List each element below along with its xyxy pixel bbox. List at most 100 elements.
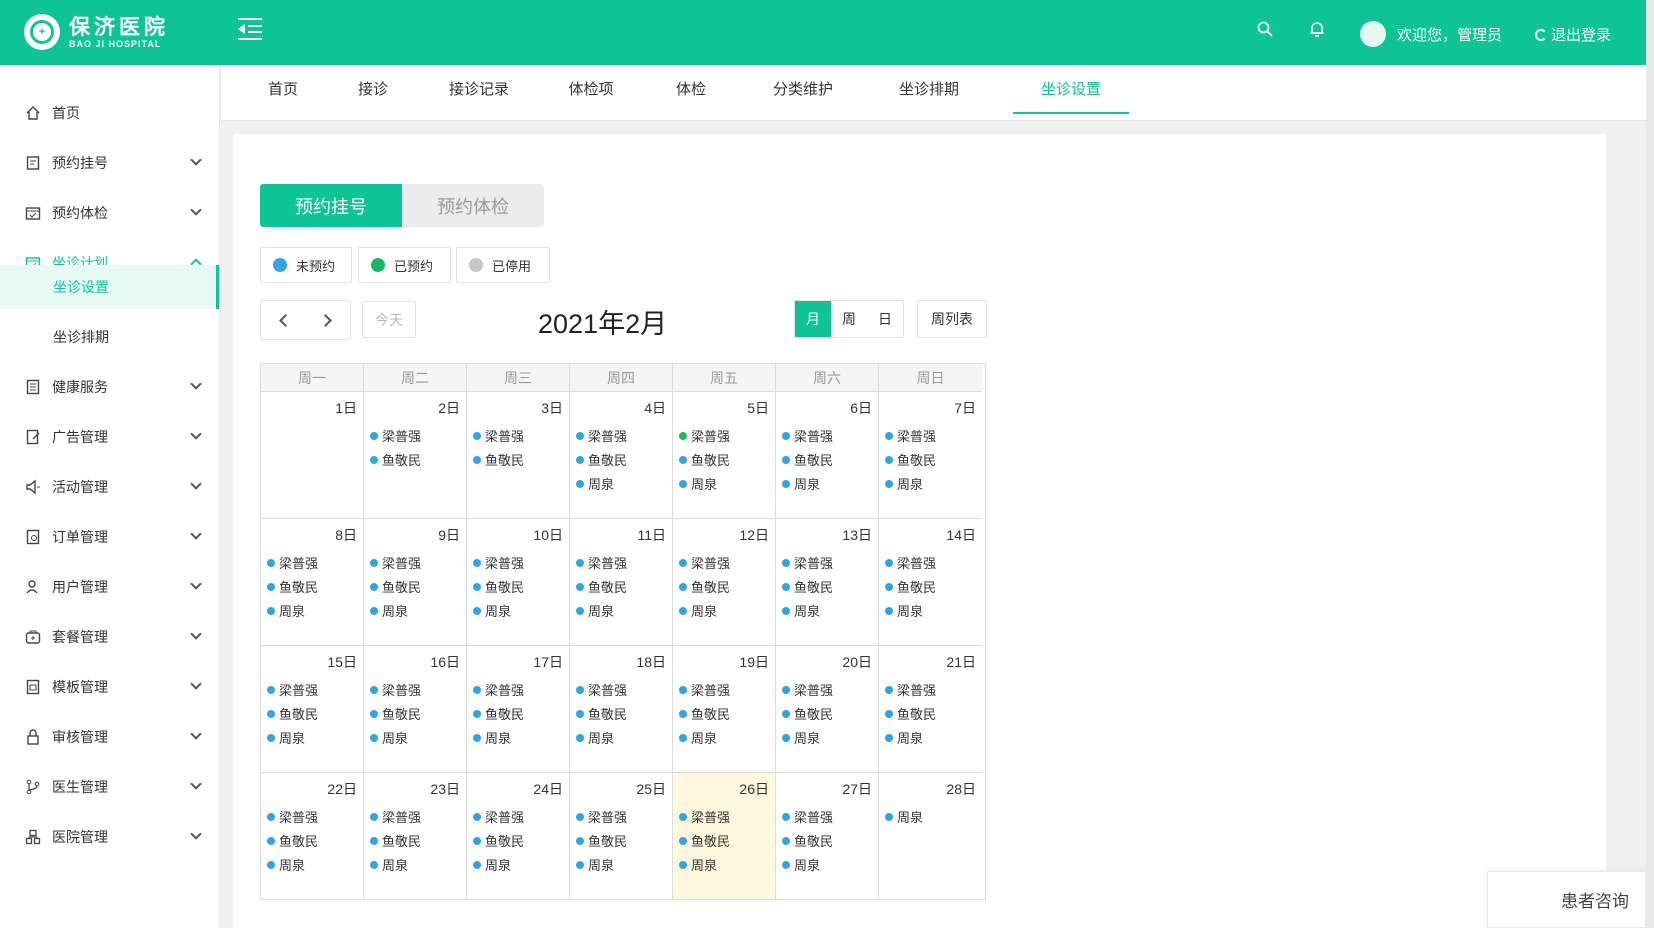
calendar-day-cell[interactable]: 17日 梁普强 鱼敬民 周泉 bbox=[467, 646, 570, 773]
schedule-event[interactable]: 周泉 bbox=[885, 601, 923, 620]
schedule-event[interactable]: 梁普强 bbox=[267, 807, 318, 826]
schedule-event[interactable]: 鱼敬民 bbox=[267, 577, 318, 596]
schedule-event[interactable]: 梁普强 bbox=[576, 553, 627, 572]
schedule-event[interactable]: 周泉 bbox=[679, 474, 717, 493]
schedule-event[interactable]: 周泉 bbox=[885, 728, 923, 747]
schedule-event[interactable]: 鱼敬民 bbox=[576, 577, 627, 596]
search-icon[interactable] bbox=[1253, 20, 1277, 44]
schedule-event[interactable]: 梁普强 bbox=[370, 680, 421, 699]
sidebar-item-orders[interactable]: 订单管理 bbox=[0, 515, 220, 559]
sidebar-item-review[interactable]: 审核管理 bbox=[0, 715, 220, 759]
calendar-day-cell[interactable]: 7日 梁普强 鱼敬民 周泉 bbox=[879, 392, 982, 519]
schedule-event[interactable]: 鱼敬民 bbox=[679, 831, 730, 850]
sidebar-item-registration[interactable]: 预约挂号 bbox=[0, 141, 220, 185]
schedule-event[interactable]: 周泉 bbox=[473, 728, 511, 747]
calendar-day-cell[interactable]: 8日 梁普强 鱼敬民 周泉 bbox=[261, 519, 364, 646]
prev-month-button[interactable] bbox=[261, 301, 306, 339]
sidebar-item-activities[interactable]: 活动管理 bbox=[0, 465, 220, 509]
schedule-event[interactable]: 梁普强 bbox=[576, 807, 627, 826]
calendar-day-cell[interactable]: 22日 梁普强 鱼敬民 周泉 bbox=[261, 773, 364, 900]
schedule-event[interactable]: 鱼敬民 bbox=[885, 577, 936, 596]
calendar-day-cell[interactable]: 12日 梁普强 鱼敬民 周泉 bbox=[673, 519, 776, 646]
schedule-event[interactable]: 周泉 bbox=[576, 474, 614, 493]
calendar-day-cell[interactable]: 27日 梁普强 鱼敬民 周泉 bbox=[776, 773, 879, 900]
calendar-day-cell[interactable]: 5日 梁普强 鱼敬民 周泉 bbox=[673, 392, 776, 519]
schedule-event[interactable]: 鱼敬民 bbox=[576, 450, 627, 469]
schedule-event[interactable]: 鱼敬民 bbox=[782, 450, 833, 469]
schedule-event[interactable]: 周泉 bbox=[267, 601, 305, 620]
next-month-button[interactable] bbox=[306, 301, 351, 339]
schedule-event[interactable]: 周泉 bbox=[885, 807, 923, 826]
sidebar-item-home[interactable]: 首页 bbox=[0, 91, 220, 135]
calendar-day-cell[interactable]: 20日 梁普强 鱼敬民 周泉 bbox=[776, 646, 879, 773]
tab-checkup[interactable]: 体检 bbox=[666, 65, 716, 121]
patient-consult-button[interactable]: 患者咨询 bbox=[1487, 871, 1646, 928]
schedule-event[interactable]: 鱼敬民 bbox=[473, 704, 524, 723]
schedule-event[interactable]: 鱼敬民 bbox=[782, 704, 833, 723]
schedule-event[interactable]: 梁普强 bbox=[370, 553, 421, 572]
checkup-toggle-button[interactable]: 预约体检 bbox=[402, 184, 544, 227]
calendar-day-cell[interactable]: 15日 梁普强 鱼敬民 周泉 bbox=[261, 646, 364, 773]
schedule-event[interactable]: 鱼敬民 bbox=[267, 831, 318, 850]
page-scrollbar[interactable] bbox=[1646, 0, 1654, 928]
schedule-event[interactable]: 梁普强 bbox=[576, 680, 627, 699]
calendar-day-cell[interactable]: 25日 梁普强 鱼敬民 周泉 bbox=[570, 773, 673, 900]
schedule-event[interactable]: 鱼敬民 bbox=[267, 704, 318, 723]
sidebar-item-ads[interactable]: 广告管理 bbox=[0, 415, 220, 459]
schedule-event[interactable]: 梁普强 bbox=[679, 426, 730, 445]
tab-home[interactable]: 首页 bbox=[255, 65, 311, 121]
week-list-button[interactable]: 周列表 bbox=[917, 300, 987, 338]
schedule-event[interactable]: 梁普强 bbox=[885, 426, 936, 445]
schedule-event[interactable]: 梁普强 bbox=[473, 680, 524, 699]
schedule-event[interactable]: 梁普强 bbox=[885, 680, 936, 699]
sidebar-item-packages[interactable]: 套餐管理 bbox=[0, 615, 220, 659]
schedule-event[interactable]: 梁普强 bbox=[782, 680, 833, 699]
schedule-event[interactable]: 鱼敬民 bbox=[370, 450, 421, 469]
schedule-event[interactable]: 鱼敬民 bbox=[679, 704, 730, 723]
calendar-day-cell[interactable]: 3日 梁普强 鱼敬民 bbox=[467, 392, 570, 519]
schedule-event[interactable]: 鱼敬民 bbox=[473, 450, 524, 469]
schedule-event[interactable]: 鱼敬民 bbox=[782, 577, 833, 596]
calendar-day-cell[interactable]: 16日 梁普强 鱼敬民 周泉 bbox=[364, 646, 467, 773]
schedule-event[interactable]: 梁普强 bbox=[782, 807, 833, 826]
schedule-event[interactable]: 梁普强 bbox=[679, 680, 730, 699]
schedule-event[interactable]: 鱼敬民 bbox=[370, 704, 421, 723]
calendar-day-cell[interactable]: 26日 梁普强 鱼敬民 周泉 bbox=[673, 773, 776, 900]
calendar-day-cell[interactable]: 6日 梁普强 鱼敬民 周泉 bbox=[776, 392, 879, 519]
sidebar-item-health-service[interactable]: 健康服务 bbox=[0, 365, 220, 409]
calendar-day-cell[interactable]: 18日 梁普强 鱼敬民 周泉 bbox=[570, 646, 673, 773]
tab-clinic-settings[interactable]: 坐诊设置 bbox=[1013, 65, 1129, 114]
schedule-event[interactable]: 周泉 bbox=[782, 855, 820, 874]
schedule-event[interactable]: 周泉 bbox=[267, 855, 305, 874]
sidebar-item-templates[interactable]: 模板管理 bbox=[0, 665, 220, 709]
calendar-day-cell[interactable]: 24日 梁普强 鱼敬民 周泉 bbox=[467, 773, 570, 900]
schedule-event[interactable]: 梁普强 bbox=[679, 553, 730, 572]
sidebar-subitem-clinic-settings[interactable]: 坐诊设置 bbox=[0, 265, 219, 309]
schedule-event[interactable]: 鱼敬民 bbox=[782, 831, 833, 850]
schedule-event[interactable]: 梁普强 bbox=[885, 553, 936, 572]
schedule-event[interactable]: 梁普强 bbox=[473, 553, 524, 572]
calendar-day-cell[interactable]: 10日 梁普强 鱼敬民 周泉 bbox=[467, 519, 570, 646]
schedule-event[interactable]: 梁普强 bbox=[473, 807, 524, 826]
sidebar-item-checkup-booking[interactable]: 预约体检 bbox=[0, 191, 220, 235]
schedule-event[interactable]: 周泉 bbox=[679, 601, 717, 620]
schedule-event[interactable]: 周泉 bbox=[370, 601, 408, 620]
calendar-day-cell[interactable]: 11日 梁普强 鱼敬民 周泉 bbox=[570, 519, 673, 646]
calendar-day-cell[interactable]: 13日 梁普强 鱼敬民 周泉 bbox=[776, 519, 879, 646]
schedule-event[interactable]: 鱼敬民 bbox=[679, 577, 730, 596]
schedule-event[interactable]: 鱼敬民 bbox=[370, 831, 421, 850]
schedule-event[interactable]: 鱼敬民 bbox=[885, 450, 936, 469]
tab-checkup-items[interactable]: 体检项 bbox=[558, 65, 624, 121]
calendar-day-cell[interactable]: 14日 梁普强 鱼敬民 周泉 bbox=[879, 519, 982, 646]
logout-button[interactable]: 退出登录 bbox=[1535, 24, 1611, 45]
tab-reception[interactable]: 接诊 bbox=[348, 65, 398, 121]
tab-clinic-schedule[interactable]: 坐诊排期 bbox=[884, 65, 974, 121]
schedule-event[interactable]: 鱼敬民 bbox=[576, 704, 627, 723]
calendar-day-cell[interactable]: 4日 梁普强 鱼敬民 周泉 bbox=[570, 392, 673, 519]
schedule-event[interactable]: 鱼敬民 bbox=[473, 577, 524, 596]
schedule-event[interactable]: 梁普强 bbox=[679, 807, 730, 826]
calendar-day-cell[interactable]: 21日 梁普强 鱼敬民 周泉 bbox=[879, 646, 982, 773]
schedule-event[interactable]: 鱼敬民 bbox=[370, 577, 421, 596]
schedule-event[interactable]: 鱼敬民 bbox=[885, 704, 936, 723]
day-view-button[interactable]: 日 bbox=[867, 301, 903, 337]
